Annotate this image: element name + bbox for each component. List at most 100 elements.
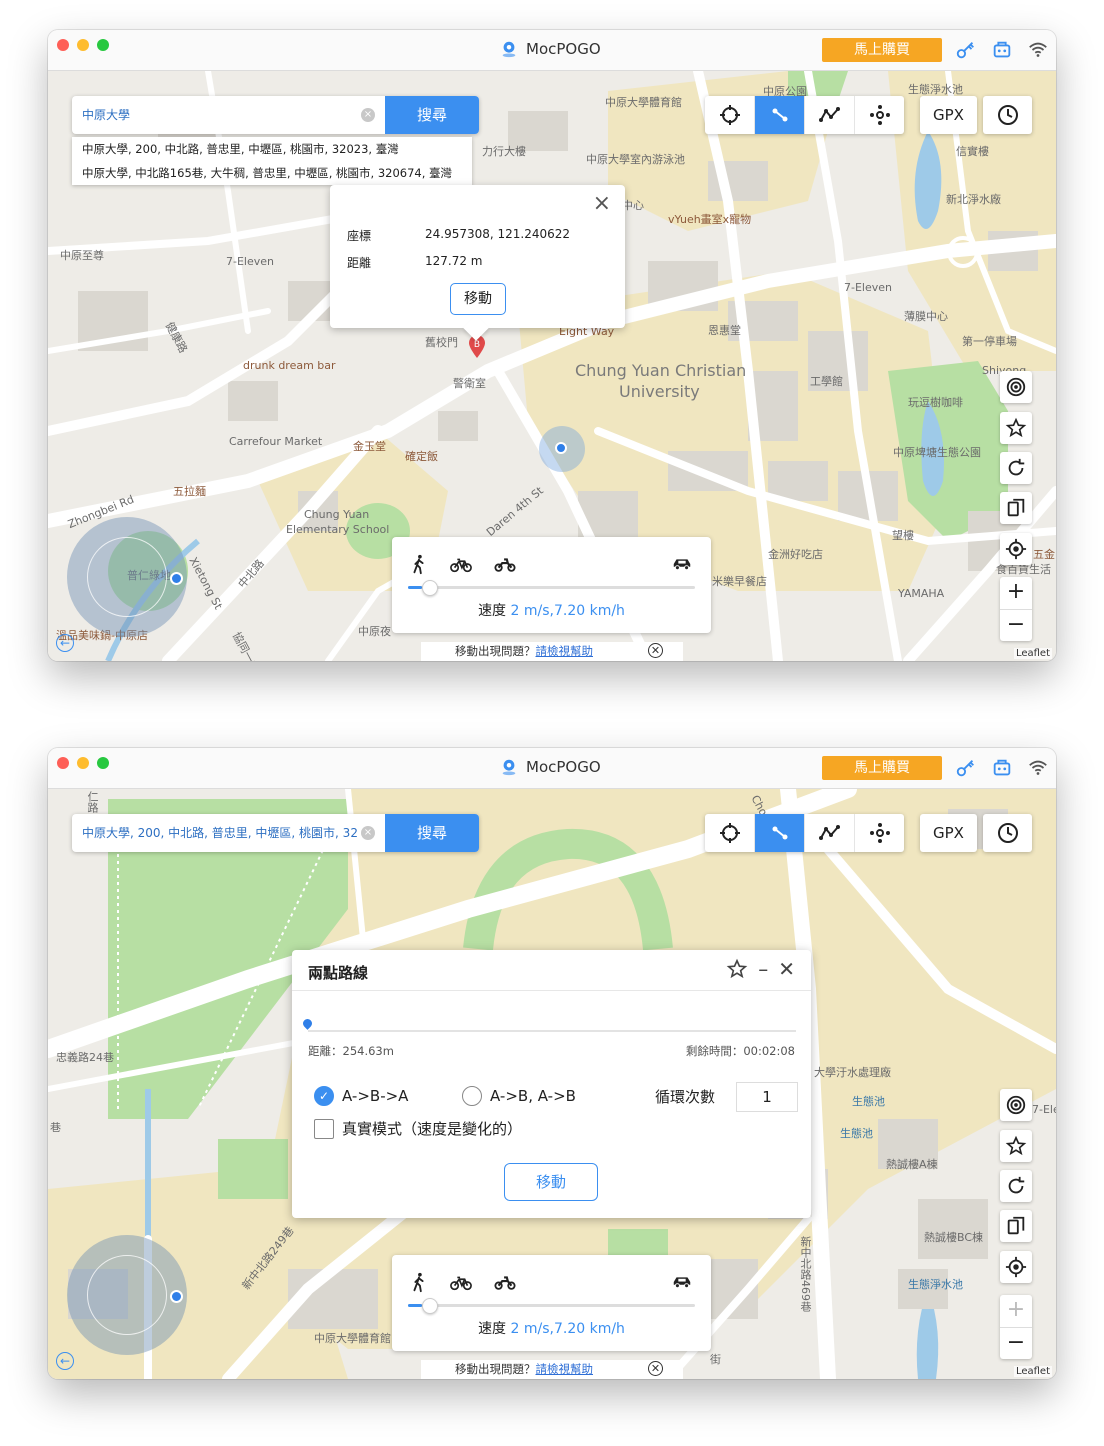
leaflet-attribution[interactable]: Leaflet — [1013, 1366, 1052, 1377]
gpx-button[interactable]: GPX — [920, 96, 977, 134]
favorites-button[interactable] — [1000, 412, 1032, 444]
two-point-mode-button[interactable] — [755, 814, 805, 852]
speed-value: 2 m/s,7.20 km/h — [510, 603, 625, 619]
title-bar: MocPOGO 馬上購買 — [48, 30, 1056, 71]
app-title: MocPOGO — [526, 40, 601, 58]
route-distance: 距離：254.63m — [308, 1044, 394, 1058]
history-button[interactable] — [983, 814, 1032, 852]
map-label: 生態池 — [840, 1127, 873, 1140]
search-input[interactable]: 中原大學, 200, 中北路, 普忠里, 中壢區, 桃園市, 320 — [82, 814, 358, 852]
speed-slider[interactable] — [408, 1298, 695, 1314]
back-arrow-icon[interactable]: ← — [56, 634, 74, 652]
walk-mode-button[interactable] — [408, 1271, 430, 1297]
teleport-mode-button[interactable] — [705, 814, 755, 852]
buy-now-button[interactable]: 馬上購買 — [822, 756, 942, 780]
close-window-button[interactable] — [57, 757, 69, 769]
teleport-mode-button[interactable] — [705, 96, 755, 134]
close-panel-icon[interactable]: ✕ — [778, 958, 795, 980]
suggestion-item[interactable]: 中原大學, 200, 中北路, 普忠里, 中壢區, 桃園市, 32023, 臺灣 — [72, 137, 472, 161]
speed-slider-thumb[interactable] — [422, 1298, 439, 1314]
speed-slider-thumb[interactable] — [422, 580, 439, 596]
zoom-window-button[interactable] — [97, 757, 109, 769]
refresh-button[interactable] — [1000, 452, 1032, 484]
gpx-button[interactable]: GPX — [920, 814, 977, 852]
key-icon[interactable] — [955, 757, 977, 779]
real-mode-checkbox[interactable] — [314, 1118, 334, 1139]
zoom-in-button[interactable]: + — [1000, 1295, 1032, 1328]
move-button[interactable]: 移動 — [504, 1163, 598, 1201]
option-real-mode[interactable]: 真實模式（速度是變化的） — [314, 1118, 522, 1139]
search-bar: 中原大學, 200, 中北路, 普忠里, 中壢區, 桃園市, 320 × 搜尋 — [72, 814, 479, 852]
roundtrip-label: A->B->A — [342, 1087, 409, 1105]
option-oneway[interactable]: A->B, A->B — [462, 1086, 576, 1106]
joystick-mode-button[interactable] — [855, 96, 904, 134]
loop-count-input[interactable]: 1 — [736, 1082, 798, 1112]
zoom-out-button[interactable]: − — [1000, 1328, 1032, 1360]
key-icon[interactable] — [955, 39, 977, 61]
back-arrow-icon[interactable]: ← — [56, 1352, 74, 1370]
suggestion-item[interactable]: 中原大學, 中北路165巷, 大牛稠, 普忠里, 中壢區, 桃園市, 32067… — [72, 161, 472, 185]
refresh-icon — [1008, 1176, 1025, 1194]
locate-button[interactable] — [1000, 1251, 1032, 1283]
roundtrip-radio[interactable]: ✓ — [314, 1086, 334, 1106]
close-window-button[interactable] — [57, 39, 69, 51]
motorbike-mode-button[interactable] — [494, 553, 516, 579]
map-label: 中原大學室內游泳池 — [586, 153, 685, 166]
joystick-control[interactable] — [67, 517, 187, 637]
map-view[interactable]: 中原大學體育館 中原大學室內游泳池 生態淨水池 信實樓 新北淨水廠 力行大樓 中… — [48, 71, 1056, 661]
zoom-out-button[interactable]: − — [1000, 610, 1032, 642]
favorites-button[interactable] — [1000, 1130, 1032, 1162]
wifi-icon[interactable] — [1027, 39, 1049, 61]
map-label: 忠義路24巷 — [56, 1051, 114, 1064]
two-point-mode-button[interactable] — [755, 96, 805, 134]
locate-button[interactable] — [1000, 533, 1032, 565]
multi-point-mode-button[interactable] — [805, 814, 855, 852]
minimize-window-button[interactable] — [77, 757, 89, 769]
compass-button[interactable] — [1000, 371, 1032, 403]
joystick-mode-button[interactable] — [855, 814, 904, 852]
motorbike-mode-button[interactable] — [494, 1271, 516, 1297]
star-icon[interactable] — [726, 958, 748, 980]
bike-mode-button[interactable] — [450, 553, 472, 579]
clear-search-button[interactable]: × — [361, 826, 375, 840]
map-view[interactable]: 忠義路24巷 新中北路249巷 中原大學體育館 大學汙水處理廠 生態池 生態池 … — [48, 789, 1056, 1379]
close-popup-button[interactable]: × — [593, 193, 611, 215]
wifi-icon[interactable] — [1027, 757, 1049, 779]
minimize-panel-icon[interactable]: – — [758, 958, 768, 980]
compass-button[interactable] — [1000, 1089, 1032, 1121]
speed-panel: 速度 2 m/s,7.20 km/h — [392, 1255, 711, 1351]
search-button[interactable]: 搜尋 — [385, 96, 479, 134]
help-link[interactable]: 請檢視幫助 — [536, 1362, 594, 1376]
history-clock-icon — [997, 105, 1018, 125]
clear-search-button[interactable]: × — [361, 108, 375, 122]
minimize-window-button[interactable] — [77, 39, 89, 51]
zoom-window-button[interactable] — [97, 39, 109, 51]
refresh-button[interactable] — [1000, 1170, 1032, 1202]
option-roundtrip[interactable]: ✓ A->B->A — [314, 1086, 408, 1106]
joystick-control[interactable] — [67, 1235, 187, 1355]
help-link[interactable]: 請檢視幫助 — [536, 644, 594, 658]
car-mode-button[interactable] — [671, 1271, 693, 1297]
current-location-marker[interactable] — [539, 426, 585, 472]
walk-mode-button[interactable] — [408, 553, 430, 579]
move-button[interactable]: 移動 — [450, 283, 506, 315]
buy-now-button[interactable]: 馬上購買 — [822, 38, 942, 62]
oneway-radio[interactable] — [462, 1086, 482, 1106]
close-help-button[interactable]: ✕ — [648, 643, 663, 658]
cpu-icon[interactable] — [991, 39, 1013, 61]
leaflet-attribution[interactable]: Leaflet — [1013, 648, 1052, 659]
history-button[interactable] — [983, 96, 1032, 134]
search-button[interactable]: 搜尋 — [385, 814, 479, 852]
car-icon — [673, 559, 691, 571]
speed-slider[interactable] — [408, 580, 695, 596]
bike-mode-button[interactable] — [450, 1271, 472, 1297]
zoom-in-button[interactable]: + — [1000, 577, 1032, 610]
search-input[interactable]: 中原大學 — [82, 96, 358, 134]
bike-icon — [450, 558, 472, 573]
cpu-icon[interactable] — [991, 757, 1013, 779]
copy-button[interactable] — [1000, 1210, 1032, 1242]
multi-point-mode-button[interactable] — [805, 96, 855, 134]
close-help-button[interactable]: ✕ — [648, 1361, 663, 1376]
car-mode-button[interactable] — [671, 553, 693, 579]
copy-button[interactable] — [1000, 492, 1032, 524]
